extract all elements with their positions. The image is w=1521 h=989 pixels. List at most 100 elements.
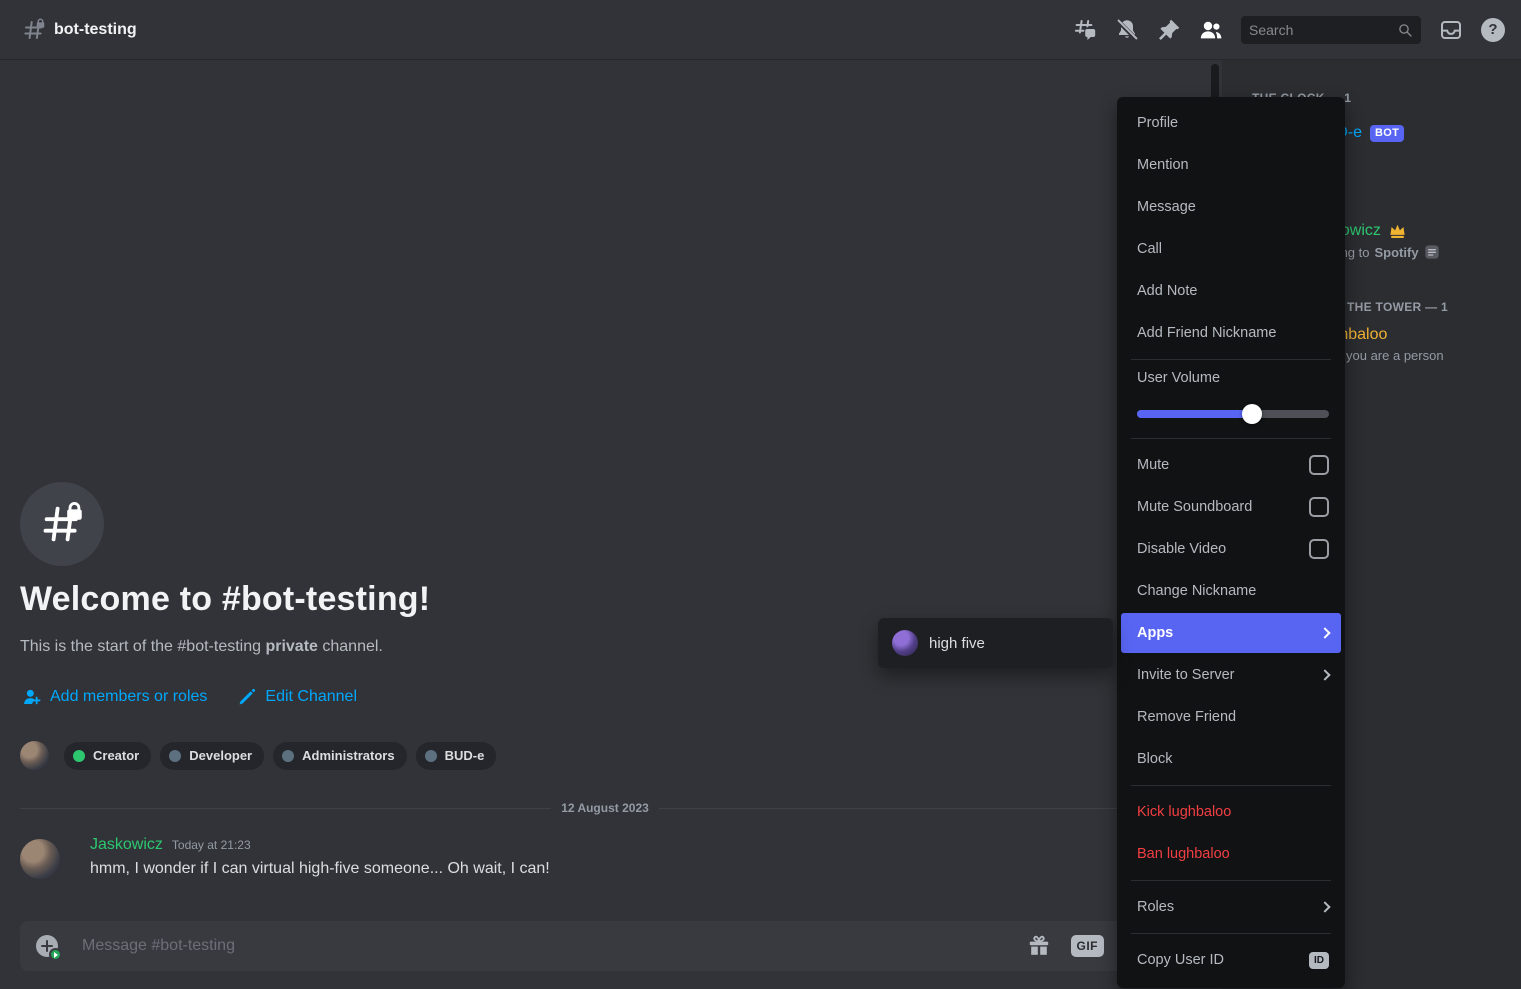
menu-item-kick[interactable]: Kick lughbaloo: [1121, 792, 1341, 832]
search-input[interactable]: Search: [1241, 16, 1421, 44]
server-owner-crown-icon: [1388, 221, 1407, 240]
menu-item-roles[interactable]: Roles: [1121, 887, 1341, 927]
menu-item-message[interactable]: Message: [1121, 187, 1341, 227]
help-icon[interactable]: ?: [1481, 18, 1505, 42]
avatar[interactable]: [20, 741, 49, 770]
menu-item-invite-to-server[interactable]: Invite to Server: [1121, 655, 1341, 695]
menu-item-label: Add Friend Nickname: [1137, 325, 1276, 341]
edit-channel-button[interactable]: Edit Channel: [237, 687, 357, 707]
role-pill-label: Administrators: [302, 748, 394, 763]
role-pill-bud-e[interactable]: BUD-e: [416, 742, 497, 770]
menu-item-add-friend-nickname[interactable]: Add Friend Nickname: [1121, 313, 1341, 353]
menu-item-label: Call: [1137, 241, 1162, 257]
menu-item-label: Roles: [1137, 899, 1174, 915]
notifications-muted-icon[interactable]: [1115, 18, 1139, 42]
chevron-right-icon: [1319, 627, 1330, 638]
attach-plus-icon[interactable]: [36, 935, 58, 957]
menu-divider: [1131, 359, 1331, 360]
menu-item-mention[interactable]: Mention: [1121, 145, 1341, 185]
menu-item-mute[interactable]: Mute: [1121, 445, 1341, 485]
mute-checkbox[interactable]: [1309, 455, 1329, 475]
menu-divider: [1131, 880, 1331, 881]
menu-item-disable-video[interactable]: Disable Video: [1121, 529, 1341, 569]
menu-item-apps[interactable]: Apps: [1121, 613, 1341, 653]
role-pill-developer[interactable]: Developer: [160, 742, 264, 770]
channel-welcome-icon: [20, 482, 104, 566]
status-app-name: Spotify: [1375, 245, 1419, 260]
message-timestamp: Today at 21:23: [172, 838, 251, 852]
user-context-menu: Profile Mention Message Call Add Note Ad…: [1117, 97, 1345, 988]
edit-channel-label: Edit Channel: [265, 688, 357, 706]
disable-video-checkbox[interactable]: [1309, 539, 1329, 559]
menu-item-change-nickname[interactable]: Change Nickname: [1121, 571, 1341, 611]
welcome-actions: Add members or roles Edit Channel: [22, 687, 357, 707]
user-volume-slider[interactable]: [1137, 404, 1329, 424]
gif-picker-button[interactable]: GIF: [1071, 935, 1105, 957]
role-pill-creator[interactable]: Creator: [64, 742, 151, 770]
channel-hash-lock-icon: [22, 18, 46, 42]
threads-icon[interactable]: [1073, 18, 1097, 42]
channel-members-roles-row: Creator Developer Administrators BUD-e: [20, 741, 496, 770]
role-pill-administrators[interactable]: Administrators: [273, 742, 406, 770]
hash-lock-icon: [39, 501, 85, 547]
menu-item-profile[interactable]: Profile: [1121, 103, 1341, 143]
message-header: Jaskowicz Today at 21:23: [90, 836, 251, 854]
menu-item-label: Invite to Server: [1137, 667, 1235, 683]
menu-item-label: Disable Video: [1137, 541, 1226, 557]
user-volume-label: User Volume: [1137, 370, 1329, 390]
user-volume-fill: [1137, 410, 1252, 418]
menu-divider: [1131, 933, 1331, 934]
role-color-dot: [282, 750, 294, 762]
add-members-button[interactable]: Add members or roles: [22, 687, 207, 707]
add-members-label: Add members or roles: [50, 688, 207, 706]
gift-icon[interactable]: [1027, 934, 1051, 958]
role-pill-label: Developer: [189, 748, 252, 763]
menu-item-label: Mute Soundboard: [1137, 499, 1252, 515]
message-author-name[interactable]: Jaskowicz: [90, 836, 163, 854]
channel-name: bot-testing: [54, 21, 137, 39]
user-volume-knob[interactable]: [1242, 404, 1262, 424]
menu-item-ban[interactable]: Ban lughbaloo: [1121, 834, 1341, 874]
menu-item-label: Mute: [1137, 457, 1169, 473]
pencil-icon: [237, 687, 257, 707]
welcome-subtitle: This is the start of the #bot-testing pr…: [20, 638, 383, 656]
menu-item-remove-friend[interactable]: Remove Friend: [1121, 697, 1341, 737]
menu-item-label: Add Note: [1137, 283, 1197, 299]
member-list-toggle-icon[interactable]: [1199, 18, 1223, 42]
role-pill-label: Creator: [93, 748, 139, 763]
menu-item-copy-user-id[interactable]: Copy User IDID: [1121, 940, 1341, 980]
activity-note-icon: [1424, 244, 1440, 260]
mute-soundboard-checkbox[interactable]: [1309, 497, 1329, 517]
app-bot-avatar: [892, 630, 918, 656]
role-pills: Creator Developer Administrators BUD-e: [64, 742, 496, 770]
divider-line: [20, 808, 551, 809]
member-category-2[interactable]: THE TOWER — 1: [1347, 300, 1448, 314]
menu-item-add-note[interactable]: Add Note: [1121, 271, 1341, 311]
menu-item-label: Copy User ID: [1137, 952, 1224, 968]
menu-item-label: Kick lughbaloo: [1137, 804, 1231, 820]
chevron-right-icon: [1319, 901, 1330, 912]
menu-item-block[interactable]: Block: [1121, 739, 1341, 779]
menu-item-label: Change Nickname: [1137, 583, 1256, 599]
menu-item-mute-soundboard[interactable]: Mute Soundboard: [1121, 487, 1341, 527]
divider-line: [659, 808, 1190, 809]
channel-header: bot-testing Search: [0, 0, 1521, 60]
role-color-dot: [169, 750, 181, 762]
menu-divider: [1131, 438, 1331, 439]
search-icon: [1397, 22, 1413, 38]
menu-item-call[interactable]: Call: [1121, 229, 1341, 269]
role-pill-label: BUD-e: [445, 748, 485, 763]
menu-item-label: Profile: [1137, 115, 1178, 131]
apps-submenu: high five: [878, 618, 1113, 668]
menu-item-label: Remove Friend: [1137, 709, 1236, 725]
menu-divider: [1131, 785, 1331, 786]
welcome-subtitle-suffix: channel.: [318, 638, 383, 655]
message-author-avatar[interactable]: [20, 839, 60, 879]
inbox-icon[interactable]: [1439, 18, 1463, 42]
bot-badge: BOT: [1370, 125, 1404, 142]
pinned-messages-icon[interactable]: [1157, 18, 1181, 42]
menu-item-label: Block: [1137, 751, 1172, 767]
submenu-item-high-five[interactable]: high five: [884, 624, 1107, 662]
role-color-dot: [425, 750, 437, 762]
message-text: hmm, I wonder if I can virtual high-five…: [90, 860, 550, 878]
